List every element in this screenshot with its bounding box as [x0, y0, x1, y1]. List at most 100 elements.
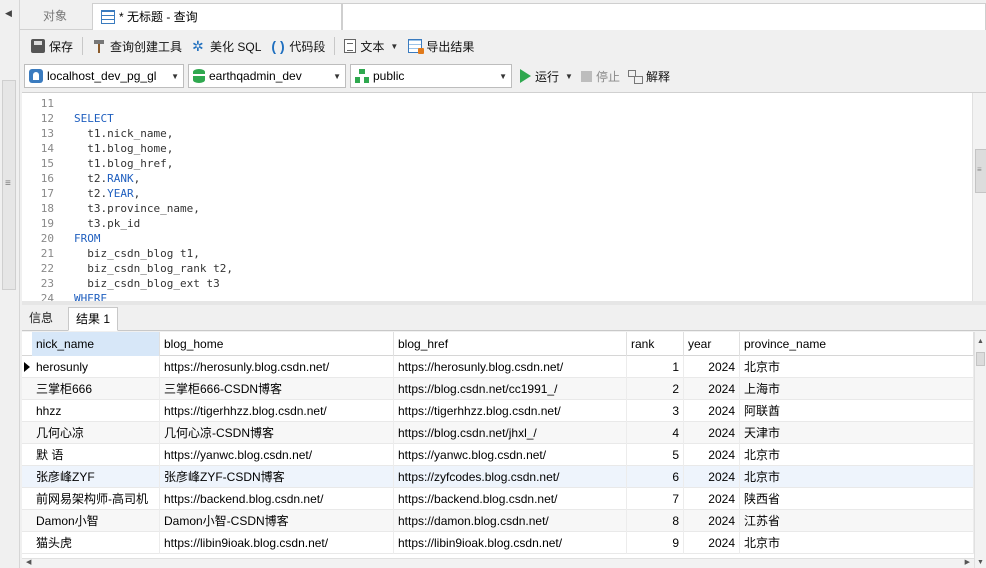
table-cell[interactable]: 天津市 [740, 422, 974, 444]
table-cell[interactable]: https://herosunly.blog.csdn.net/ [394, 356, 627, 378]
table-cell[interactable]: 北京市 [740, 466, 974, 488]
beautify-sql-button[interactable]: ✲ 美化 SQL [187, 34, 266, 58]
column-header-rank[interactable]: rank [627, 332, 684, 356]
table-row[interactable]: Damon小智 Damon小智-CSDN博客 https://damon.blog.… [22, 510, 974, 532]
connection-select[interactable]: localhost_dev_pg_gl ▼ [24, 64, 184, 88]
scroll-right-icon[interactable]: ▶ [965, 558, 970, 566]
table-cell[interactable]: https://tigerhhzz.blog.csdn.net/ [394, 400, 627, 422]
text-mode-button[interactable]: 文本 ▼ [339, 34, 403, 58]
table-cell[interactable]: 几何心凉-CSDN博客 [160, 422, 394, 444]
schema-select[interactable]: public ▼ [350, 64, 512, 88]
table-cell[interactable]: hhzz [32, 400, 160, 422]
table-cell[interactable]: 2024 [684, 466, 740, 488]
table-row[interactable]: herosunly https://herosunly.blog.csdn.net… [22, 356, 974, 378]
table-cell[interactable]: 1 [627, 356, 684, 378]
tab-result-1[interactable]: 结果 1 [68, 307, 119, 331]
table-row[interactable]: hhzz https://tigerhhzz.blog.csdn.net/http… [22, 400, 974, 422]
table-cell[interactable]: herosunly [32, 356, 160, 378]
code-line[interactable]: 14 t1.blog_home, [22, 141, 952, 156]
run-button[interactable]: 运行 ▼ [518, 64, 575, 88]
table-cell[interactable]: 2024 [684, 356, 740, 378]
export-results-button[interactable]: 导出结果 [403, 34, 479, 58]
table-cell[interactable]: 前网易架构师-高司机 [32, 488, 160, 510]
column-header-province-name[interactable]: province_name [740, 332, 974, 356]
table-cell[interactable]: 北京市 [740, 356, 974, 378]
query-builder-button[interactable]: 查询创建工具 [87, 34, 187, 58]
table-cell[interactable]: https://damon.blog.csdn.net/ [394, 510, 627, 532]
table-cell[interactable]: 2 [627, 378, 684, 400]
tab-info[interactable]: 信息 [22, 307, 60, 331]
scroll-left-icon[interactable]: ◀ [26, 558, 31, 566]
table-row[interactable]: 默 语 https://yanwc.blog.csdn.net/https://y… [22, 444, 974, 466]
table-cell[interactable]: Damon小智 [32, 510, 160, 532]
table-cell[interactable]: 几何心凉 [32, 422, 160, 444]
code-line[interactable]: 18 t3.province_name, [22, 201, 952, 216]
table-cell[interactable]: 江苏省 [740, 510, 974, 532]
code-line[interactable]: 11 [22, 96, 952, 111]
table-cell[interactable]: https://yanwc.blog.csdn.net/ [160, 444, 394, 466]
table-cell[interactable]: 猫头虎 [32, 532, 160, 554]
table-cell[interactable]: 陕西省 [740, 488, 974, 510]
table-cell[interactable]: 张彦峰ZYF-CSDN博客 [160, 466, 394, 488]
table-cell[interactable]: https://yanwc.blog.csdn.net/ [394, 444, 627, 466]
table-row[interactable]: 前网易架构师-高司机 https://backend.blog.csdn.net/… [22, 488, 974, 510]
chevron-down-icon[interactable]: ▼ [390, 42, 398, 51]
editor-scrollbar[interactable]: ≡ [972, 93, 986, 301]
table-cell[interactable]: 2024 [684, 422, 740, 444]
table-cell[interactable]: 2024 [684, 532, 740, 554]
table-cell[interactable]: 2024 [684, 510, 740, 532]
table-row[interactable]: 几何心凉 几何心凉-CSDN博客 https://blog.csdn.net/jhx… [22, 422, 974, 444]
table-cell[interactable]: 8 [627, 510, 684, 532]
table-cell[interactable]: https://zyfcodes.blog.csdn.net/ [394, 466, 627, 488]
table-row[interactable]: 三掌柜666 三掌柜666-CSDN博客 https://blog.csdn.net… [22, 378, 974, 400]
tab-query[interactable]: * 无标题 - 查询 [92, 3, 342, 30]
grid-vertical-scrollbar[interactable]: ▲ ▼ [974, 332, 986, 568]
explain-button[interactable]: 解释 [626, 64, 672, 88]
chevron-down-icon[interactable]: ▼ [565, 72, 573, 81]
column-header-blog-href[interactable]: blog_href [394, 332, 627, 356]
results-grid[interactable]: nick_name blog_home blog_href rank year provi… [22, 332, 986, 568]
table-cell[interactable]: 默 语 [32, 444, 160, 466]
sql-editor[interactable]: ≡ 11 12 SELECT 13 t1.nick_name, 14 t1.blog_h… [22, 92, 986, 305]
table-row[interactable]: 猫头虎 https://libin9ioak.blog.csdn.net/http… [22, 532, 974, 554]
code-line[interactable]: 22 biz_csdn_blog_rank t2, [22, 261, 952, 276]
save-button[interactable]: 保存 [26, 34, 78, 58]
table-cell[interactable]: https://tigerhhzz.blog.csdn.net/ [160, 400, 394, 422]
table-cell[interactable]: 5 [627, 444, 684, 466]
code-line[interactable]: 15 t1.blog_href, [22, 156, 952, 171]
table-cell[interactable]: https://libin9ioak.blog.csdn.net/ [394, 532, 627, 554]
code-line[interactable]: 23 biz_csdn_blog_ext t3 [22, 276, 952, 291]
table-cell[interactable]: 三掌柜666 [32, 378, 160, 400]
table-cell[interactable]: 北京市 [740, 444, 974, 466]
table-cell[interactable]: 上海市 [740, 378, 974, 400]
expand-left-icon[interactable]: ◀ [5, 8, 12, 19]
table-cell[interactable]: 2024 [684, 378, 740, 400]
table-cell[interactable]: https://backend.blog.csdn.net/ [394, 488, 627, 510]
code-line[interactable]: 19 t3.pk_id [22, 216, 952, 231]
scroll-down-icon[interactable]: ▼ [977, 559, 984, 566]
column-header-blog-home[interactable]: blog_home [160, 332, 394, 356]
stop-button[interactable]: 停止 [579, 64, 622, 88]
code-line[interactable]: 20 FROM [22, 231, 952, 246]
table-cell[interactable]: 9 [627, 532, 684, 554]
code-line[interactable]: 12 SELECT [22, 111, 952, 126]
table-cell[interactable]: https://blog.csdn.net/jhxl_/ [394, 422, 627, 444]
code-snippet-button[interactable]: ( ) 代码段 [266, 34, 330, 58]
database-select[interactable]: earthqadmin_dev ▼ [188, 64, 346, 88]
table-cell[interactable]: https://libin9ioak.blog.csdn.net/ [160, 532, 394, 554]
table-cell[interactable]: https://backend.blog.csdn.net/ [160, 488, 394, 510]
table-cell[interactable]: 张彦峰ZYF [32, 466, 160, 488]
code-line[interactable]: 16 t2.RANK, [22, 171, 952, 186]
table-cell[interactable]: 6 [627, 466, 684, 488]
column-header-nick-name[interactable]: nick_name [32, 332, 160, 356]
scroll-up-icon[interactable]: ▲ [977, 338, 984, 345]
code-line[interactable]: 17 t2.YEAR, [22, 186, 952, 201]
left-panel-strip[interactable]: ◀ ≡ [0, 0, 20, 568]
table-cell[interactable]: 2024 [684, 488, 740, 510]
table-row[interactable]: 张彦峰ZYF 张彦峰ZYF-CSDN博客 https://zyfcodes.blog… [22, 466, 974, 488]
grid-horizontal-scrollbar[interactable]: ◀ ▶ [22, 558, 974, 568]
table-cell[interactable]: 阿联酋 [740, 400, 974, 422]
table-cell[interactable]: 4 [627, 422, 684, 444]
table-cell[interactable]: 7 [627, 488, 684, 510]
table-cell[interactable]: 北京市 [740, 532, 974, 554]
